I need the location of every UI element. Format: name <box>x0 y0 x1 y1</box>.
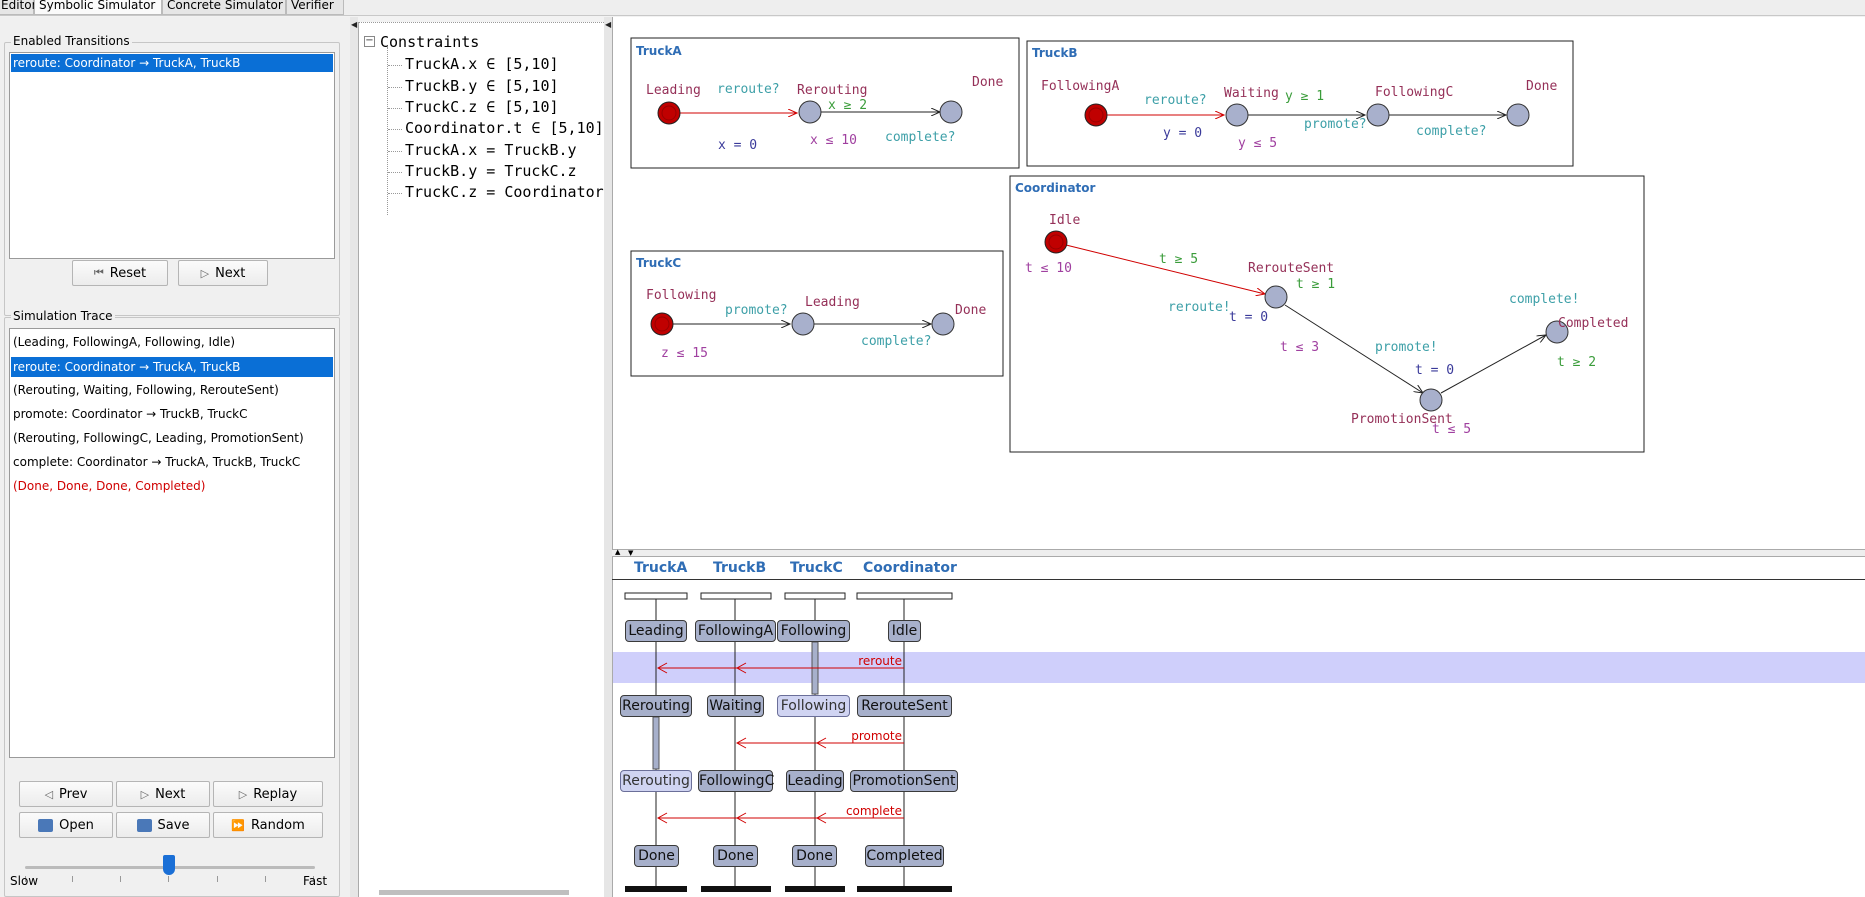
msc-process-end <box>785 886 845 892</box>
msc-state[interactable]: Done <box>792 845 837 867</box>
msc-state[interactable]: FollowingA <box>695 620 776 642</box>
msc-state[interactable]: Following <box>777 620 850 642</box>
msc-process-head <box>624 592 688 600</box>
msc-state[interactable]: Leading <box>786 770 844 792</box>
msc-state[interactable]: Waiting <box>707 695 764 717</box>
msc-state[interactable]: Done <box>713 845 758 867</box>
msc-state[interactable]: Leading <box>625 620 687 642</box>
msc-message-label: complete <box>846 804 902 818</box>
msc-process-end <box>625 886 687 892</box>
msc-state[interactable]: RerouteSent <box>857 695 952 717</box>
msc-state[interactable]: Rerouting <box>620 695 692 717</box>
msc-message-label: promote <box>851 729 902 743</box>
msc-state[interactable]: Completed <box>865 845 944 867</box>
msc-state[interactable]: FollowingC <box>698 770 774 792</box>
msc-activation <box>652 716 660 770</box>
msc-process-head <box>784 592 846 600</box>
msc-state[interactable]: Done <box>634 845 679 867</box>
msc-diagram: reroute promote complete <box>613 592 1865 892</box>
msc-state[interactable]: Following <box>777 695 850 717</box>
msc-process-head <box>856 592 953 600</box>
msc-process-end <box>701 886 771 892</box>
msc-message-label: reroute <box>858 654 902 668</box>
msc-state[interactable]: Rerouting <box>620 770 692 792</box>
msc-state[interactable]: PromotionSent <box>850 770 958 792</box>
msc-process-head <box>700 592 772 600</box>
msc-process-end <box>857 886 952 892</box>
msc-state[interactable]: Idle <box>888 620 921 642</box>
